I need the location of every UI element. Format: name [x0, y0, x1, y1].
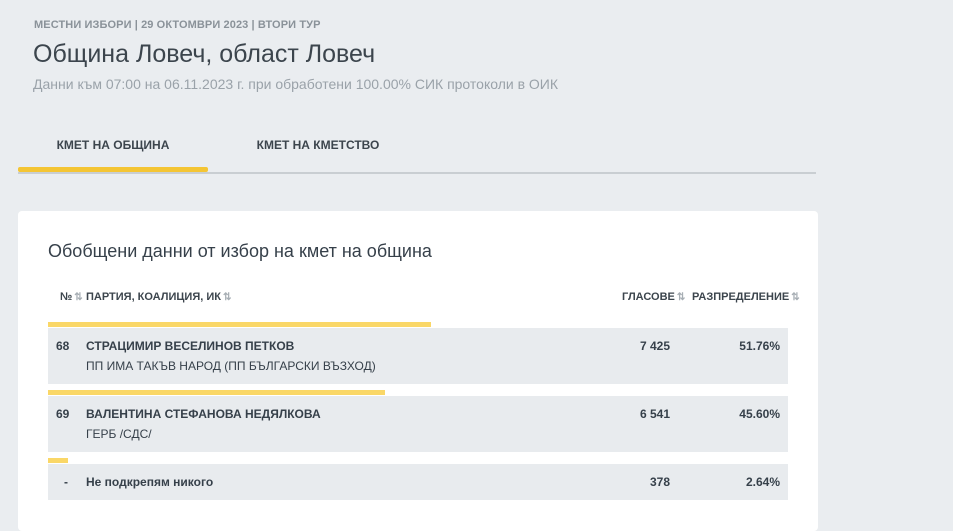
- results-card-title: Обобщени данни от избор на кмет на общин…: [48, 241, 432, 261]
- candidate-name: Не подкрепям никого: [86, 475, 214, 489]
- share-bar: [48, 390, 386, 395]
- vote-share: 45.60%: [739, 407, 780, 421]
- column-party-label: ПАРТИЯ, КОАЛИЦИЯ, ИК: [86, 291, 221, 303]
- page-title: Община Ловеч, област Ловеч: [33, 40, 376, 68]
- sort-arrows-icon[interactable]: ⇅: [677, 292, 685, 303]
- candidate-party: ГЕРБ /СДС/: [86, 427, 152, 441]
- tab-municipality-mayor[interactable]: КМЕТ НА ОБЩИНА: [18, 126, 208, 172]
- sort-arrows-icon[interactable]: ⇅: [223, 292, 231, 303]
- candidate-name: СТРАЦИМИР ВЕСЕЛИНОВ ПЕТКОВ: [86, 339, 295, 353]
- votes-count: 7 425: [639, 339, 670, 353]
- column-header-votes[interactable]: ГЛАСОВЕ ⇅: [622, 291, 685, 303]
- column-votes-label: ГЛАСОВЕ: [622, 291, 675, 303]
- vote-share: 51.76%: [739, 339, 780, 353]
- column-number-label: №: [60, 291, 73, 303]
- row-number: 69: [56, 407, 70, 421]
- column-header-number[interactable]: № ⇅: [60, 291, 83, 303]
- table-row[interactable]: 69 ВАЛЕНТИНА СТЕФАНОВА НЕДЯЛКОВА ГЕРБ /С…: [48, 396, 788, 452]
- row-number: -: [64, 475, 68, 489]
- tab-mayoralty-mayor[interactable]: КМЕТ НА КМЕТСТВО: [208, 126, 428, 170]
- column-share-label: РАЗПРЕДЕЛЕНИЕ: [692, 291, 790, 303]
- share-bar: [48, 458, 68, 463]
- candidate-name: ВАЛЕНТИНА СТЕФАНОВА НЕДЯЛКОВА: [86, 407, 321, 421]
- election-meta: МЕСТНИ ИЗБОРИ | 29 ОКТОМВРИ 2023 | ВТОРИ…: [34, 19, 321, 31]
- sort-arrows-icon[interactable]: ⇅: [74, 292, 82, 303]
- table-row[interactable]: 68 СТРАЦИМИР ВЕСЕЛИНОВ ПЕТКОВ ПП ИМА ТАК…: [48, 328, 788, 384]
- vote-share: 2.64%: [745, 475, 780, 489]
- share-bar: [48, 322, 432, 327]
- votes-count: 378: [649, 475, 670, 489]
- tabs-bar: КМЕТ НА ОБЩИНА КМЕТ НА КМЕТСТВО: [18, 126, 816, 174]
- row-number: 68: [56, 339, 70, 353]
- candidate-party: ПП ИМА ТАКЪВ НАРОД (ПП БЪЛГАРСКИ ВЪЗХОД): [86, 359, 376, 373]
- sort-arrows-icon[interactable]: ⇅: [791, 292, 799, 303]
- column-header-party[interactable]: ПАРТИЯ, КОАЛИЦИЯ, ИК ⇅: [86, 291, 231, 303]
- column-header-share[interactable]: РАЗПРЕДЕЛЕНИЕ ⇅: [692, 291, 800, 303]
- votes-count: 6 541: [639, 407, 670, 421]
- results-card: Обобщени данни от избор на кмет на общин…: [18, 211, 818, 531]
- data-status-subtitle: Данни към 07:00 на 06.11.2023 г. при обр…: [33, 76, 559, 92]
- table-row[interactable]: - Не подкрепям никого 378 2.64%: [48, 464, 788, 500]
